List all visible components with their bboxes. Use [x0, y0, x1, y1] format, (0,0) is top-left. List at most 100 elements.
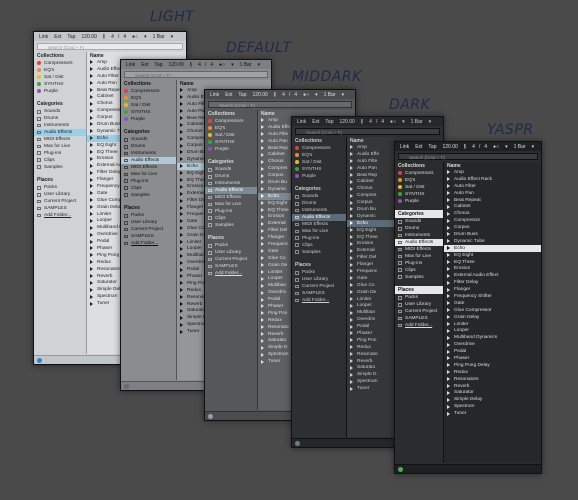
expand-arrow-icon[interactable]	[261, 166, 264, 171]
search-input[interactable]: Search (Cmd + F)	[124, 71, 268, 78]
list-item[interactable]: Spectrum	[444, 403, 541, 410]
category-item[interactable]: Max for Live	[34, 143, 86, 150]
expand-arrow-icon[interactable]	[261, 187, 264, 192]
expand-arrow-icon[interactable]	[350, 241, 353, 246]
loop-length-select[interactable]: 1 Bar	[151, 34, 167, 40]
category-item[interactable]: Instruments	[121, 150, 176, 157]
expand-arrow-icon[interactable]	[180, 302, 183, 307]
collection-item[interactable]: SYNTHS	[205, 139, 257, 146]
expand-arrow-icon[interactable]	[180, 109, 183, 114]
expand-arrow-icon[interactable]	[261, 242, 264, 247]
expand-arrow-icon[interactable]	[180, 281, 183, 286]
expand-arrow-icon[interactable]	[180, 253, 183, 258]
list-item[interactable]: Phaser	[444, 355, 541, 362]
expand-arrow-icon[interactable]	[350, 159, 353, 164]
expand-arrow-icon[interactable]	[350, 179, 353, 184]
preview-toggle-icon[interactable]	[124, 384, 129, 389]
expand-arrow-icon[interactable]	[90, 253, 93, 258]
collection-item[interactable]: EQ's	[205, 125, 257, 132]
place-item[interactable]: Packs	[34, 184, 86, 191]
category-item[interactable]: Samples	[292, 249, 346, 256]
expand-arrow-icon[interactable]	[261, 139, 264, 144]
list-item[interactable]: Limiter	[444, 321, 541, 328]
expand-arrow-icon[interactable]	[447, 191, 450, 196]
expand-arrow-icon[interactable]	[261, 228, 264, 233]
bpm-field[interactable]: 120.00	[337, 119, 356, 125]
place-item[interactable]: User Library	[121, 219, 176, 226]
collection-item[interactable]: Compressors	[34, 60, 86, 67]
expand-arrow-icon[interactable]	[350, 331, 353, 336]
expand-arrow-icon[interactable]	[350, 255, 353, 260]
expand-arrow-icon[interactable]	[261, 146, 264, 150]
expand-arrow-icon[interactable]	[447, 315, 450, 320]
expand-arrow-icon[interactable]	[350, 221, 353, 226]
list-item[interactable]: Chorus	[444, 210, 541, 217]
place-item[interactable]: SAMPLES	[292, 290, 346, 297]
expand-arrow-icon[interactable]	[261, 256, 264, 261]
list-item[interactable]: Frequency Shifter	[444, 293, 541, 300]
expand-arrow-icon[interactable]	[350, 290, 353, 295]
search-input[interactable]: Search (Cmd + F)	[37, 43, 183, 50]
signature-denominator[interactable]: 4	[208, 62, 215, 68]
collection-item[interactable]: SYNTHS	[121, 109, 176, 116]
collection-item[interactable]: Sat / Dist	[34, 74, 86, 81]
expand-arrow-icon[interactable]	[447, 377, 450, 382]
list-item[interactable]: Resonators	[444, 376, 541, 383]
place-item[interactable]: Current Project	[292, 283, 346, 290]
category-item[interactable]: Drums	[121, 143, 176, 150]
expand-arrow-icon[interactable]	[447, 335, 450, 340]
search-input[interactable]: Search (Cmd + F)	[398, 153, 538, 160]
expand-arrow-icon[interactable]	[261, 311, 264, 316]
signature-denominator[interactable]: 4	[121, 34, 128, 40]
expand-arrow-icon[interactable]	[261, 201, 264, 206]
expand-arrow-icon[interactable]	[180, 198, 183, 203]
category-item[interactable]: Clips	[34, 157, 86, 164]
expand-arrow-icon[interactable]	[261, 132, 264, 137]
expand-arrow-icon[interactable]	[447, 280, 450, 285]
expand-arrow-icon[interactable]	[180, 171, 183, 176]
category-item[interactable]: MIDI Effects	[292, 221, 346, 228]
link-button[interactable]: Link	[295, 119, 308, 125]
expand-arrow-icon[interactable]	[180, 315, 183, 320]
expand-arrow-icon[interactable]	[447, 294, 450, 299]
expand-arrow-icon[interactable]	[350, 324, 353, 329]
expand-arrow-icon[interactable]	[447, 170, 450, 175]
place-item[interactable]: User Library	[205, 249, 257, 256]
chevron-down-icon[interactable]: ▾	[142, 34, 149, 40]
expand-arrow-icon[interactable]	[261, 352, 264, 357]
tap-button[interactable]: Tap	[152, 62, 164, 68]
expand-arrow-icon[interactable]	[90, 260, 93, 265]
preview-toggle-icon[interactable]	[295, 441, 300, 446]
expand-arrow-icon[interactable]	[90, 198, 93, 203]
expand-arrow-icon[interactable]	[180, 274, 183, 279]
expand-arrow-icon[interactable]	[180, 136, 183, 141]
place-item[interactable]: SAMPLES	[121, 233, 176, 240]
expand-arrow-icon[interactable]	[261, 325, 264, 330]
preview-toggle-icon[interactable]	[398, 467, 403, 472]
category-item[interactable]: Audio Effects	[121, 157, 176, 165]
expand-arrow-icon[interactable]	[90, 280, 93, 285]
expand-arrow-icon[interactable]	[90, 143, 93, 148]
expand-arrow-icon[interactable]	[261, 125, 264, 130]
expand-arrow-icon[interactable]	[180, 150, 183, 155]
expand-arrow-icon[interactable]	[350, 269, 353, 274]
expand-arrow-icon[interactable]	[90, 163, 93, 168]
expand-arrow-icon[interactable]	[350, 359, 353, 364]
expand-arrow-icon[interactable]	[447, 184, 450, 189]
expand-arrow-icon[interactable]	[447, 301, 450, 306]
ext-button[interactable]: Ext	[139, 62, 150, 68]
expand-arrow-icon[interactable]	[261, 214, 264, 219]
expand-arrow-icon[interactable]	[180, 143, 183, 148]
collection-item[interactable]: Purple	[34, 88, 86, 95]
place-item[interactable]: Packs	[292, 269, 346, 276]
expand-arrow-icon[interactable]	[447, 308, 450, 313]
expand-arrow-icon[interactable]	[350, 379, 353, 384]
ext-button[interactable]: Ext	[413, 144, 424, 150]
list-item[interactable]: Filter Delay	[444, 279, 541, 286]
category-item[interactable]: Drums	[34, 115, 86, 122]
loop-length-select[interactable]: 1 Bar	[322, 92, 338, 98]
ext-button[interactable]: Ext	[310, 119, 321, 125]
list-item[interactable]: Looper	[444, 327, 541, 334]
expand-arrow-icon[interactable]	[90, 287, 93, 292]
category-item[interactable]: Drums	[395, 225, 443, 232]
